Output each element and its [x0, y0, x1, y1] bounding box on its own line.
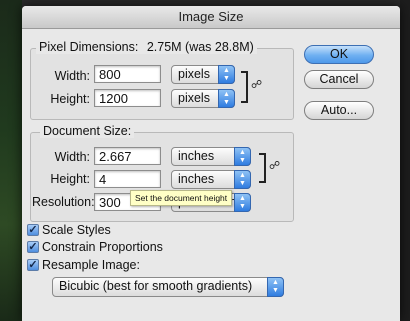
- chain-link-icon: ☍: [251, 79, 263, 91]
- resolution-label: Resolution:: [32, 195, 95, 209]
- doc-height-input[interactable]: 4: [94, 170, 161, 188]
- pixel-height-label: Height:: [50, 92, 90, 106]
- pixel-dimensions-legend: Pixel Dimensions: 2.75M (was 28.8M): [36, 40, 257, 54]
- pixel-width-unit-select[interactable]: pixels ▲ ▼: [171, 65, 235, 84]
- constrain-proportions-checkbox[interactable]: ✓: [27, 241, 39, 253]
- pixel-dimensions-label: Pixel Dimensions:: [39, 40, 139, 54]
- up-down-arrows-icon: ▲ ▼: [234, 193, 251, 212]
- scale-styles-label[interactable]: Scale Styles: [42, 223, 111, 237]
- up-down-arrows-icon: ▲ ▼: [267, 277, 284, 297]
- document-link-bracket: [259, 153, 266, 183]
- pixel-height-input[interactable]: 1200: [94, 89, 161, 107]
- up-down-arrows-icon: ▲ ▼: [218, 89, 235, 108]
- pixel-width-input[interactable]: 800: [94, 65, 161, 83]
- resample-image-checkbox[interactable]: ✓: [27, 259, 39, 271]
- doc-width-label: Width:: [54, 150, 90, 164]
- doc-width-input[interactable]: 2.667: [94, 147, 161, 165]
- pixel-height-unit-select[interactable]: pixels ▲ ▼: [171, 89, 235, 108]
- doc-height-label: Height:: [50, 172, 90, 186]
- pixel-dimensions-size: 2.75M (was 28.8M): [146, 40, 254, 54]
- doc-width-unit-value: inches: [178, 149, 215, 163]
- pixel-width-label: Width:: [54, 69, 90, 83]
- ok-button[interactable]: OK: [304, 45, 374, 64]
- cancel-button[interactable]: Cancel: [304, 70, 374, 89]
- background-photo: [0, 0, 22, 321]
- doc-height-unit-value: inches: [178, 172, 215, 186]
- dialog-title: Image Size: [22, 6, 400, 29]
- tooltip: Set the document height: [130, 190, 233, 206]
- auto-button[interactable]: Auto...: [304, 101, 374, 120]
- scale-styles-checkbox[interactable]: ✓: [27, 224, 39, 236]
- pixel-height-unit-value: pixels: [178, 91, 210, 105]
- doc-width-unit-select[interactable]: inches ▲ ▼: [171, 147, 251, 166]
- pixel-width-unit-value: pixels: [178, 67, 210, 81]
- resample-image-label[interactable]: Resample Image:: [42, 258, 140, 272]
- up-down-arrows-icon: ▲ ▼: [218, 65, 235, 84]
- pixel-link-bracket: [241, 71, 248, 103]
- background-edge: [400, 0, 410, 321]
- document-size-legend: Document Size:: [40, 124, 135, 138]
- up-down-arrows-icon: ▲ ▼: [234, 170, 251, 189]
- doc-height-unit-select[interactable]: inches ▲ ▼: [171, 170, 251, 189]
- resample-method-select[interactable]: Bicubic (best for smooth gradients) ▲ ▼: [52, 277, 284, 297]
- up-down-arrows-icon: ▲ ▼: [234, 147, 251, 166]
- chain-link-icon: ☍: [269, 160, 281, 172]
- image-size-dialog: Image Size Pixel Dimensions: 2.75M (was …: [22, 6, 400, 321]
- resample-method-value: Bicubic (best for smooth gradients): [59, 279, 253, 293]
- constrain-proportions-label[interactable]: Constrain Proportions: [42, 240, 163, 254]
